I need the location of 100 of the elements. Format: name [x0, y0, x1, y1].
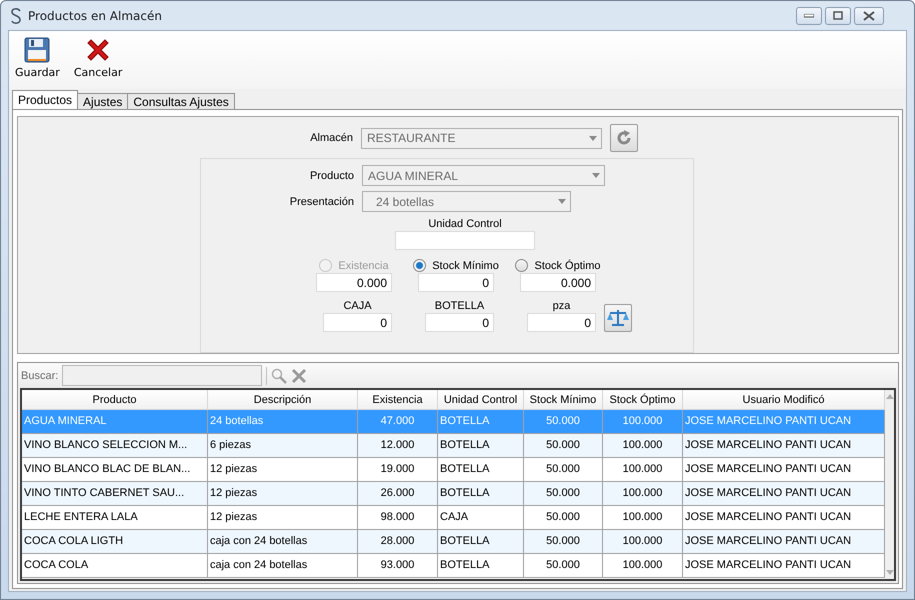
- tab[interactable]: Ajustes: [77, 93, 128, 109]
- product-dropdown[interactable]: AGUA MINERAL: [362, 165, 605, 186]
- table-cell: JOSE MARCELINO PANTI UCAN: [683, 482, 885, 506]
- table-cell: AGUA MINERAL: [22, 410, 208, 434]
- table-cell: BOTELLA: [438, 458, 524, 482]
- table-cell: BOTELLA: [438, 482, 524, 506]
- minimize-icon: [804, 14, 814, 18]
- unit-label: CAJA: [343, 300, 372, 312]
- tab[interactable]: Productos: [12, 90, 78, 109]
- scroll-up-icon[interactable]: [886, 394, 894, 399]
- table-cell: 100.000: [603, 554, 683, 578]
- unit-field[interactable]: 0: [527, 313, 596, 332]
- table-cell: LECHE ENTERA LALA: [22, 506, 208, 530]
- maximize-icon: [833, 11, 843, 20]
- table-cell: 100.000: [603, 506, 683, 530]
- table-row[interactable]: LECHE ENTERA LALA 12 piezas 98.000 CAJA 50.000 100.000 JOSE MARCELINO PANTI UCAN: [22, 506, 885, 530]
- table-cell: JOSE MARCELINO PANTI UCAN: [683, 458, 885, 482]
- table-cell: 6 piezas: [208, 434, 358, 458]
- table-cell: 100.000: [603, 410, 683, 434]
- table-cell: JOSE MARCELINO PANTI UCAN: [683, 530, 885, 554]
- table-cell: VINO BLANCO SELECCION M...: [22, 434, 208, 458]
- table-cell: 26.000: [358, 482, 438, 506]
- table-cell: BOTELLA: [438, 530, 524, 554]
- table-row[interactable]: COCA COLA LIGTH caja con 24 botellas 28.000 BOTELLA 50.000 100.000 JOSE MARCELINO PANTI UCAN: [22, 530, 885, 554]
- table-cell: 47.000: [358, 410, 438, 434]
- column-header[interactable]: Stock Mínimo: [524, 390, 603, 410]
- field-label: Almacén: [309, 132, 353, 144]
- table-row[interactable]: VINO BLANCO BLAC DE BLAN... 12 piezas 19.000 BOTELLA 50.000 100.000 JOSE MARCELINO PANTI UCAN: [22, 458, 885, 482]
- save-button[interactable]: Guardar: [15, 37, 60, 89]
- field-label: Producto: [308, 170, 354, 182]
- warehouse-dropdown[interactable]: RESTAURANTE: [361, 128, 602, 148]
- table-cell: COCA COLA LIGTH: [22, 530, 208, 554]
- app-logo-icon: [10, 8, 22, 24]
- presentation-dropdown[interactable]: 24 botellas: [362, 191, 571, 212]
- scroll-down-icon[interactable]: [886, 570, 894, 575]
- table-row[interactable]: COCA COLA caja con 24 botellas 93.000 BOTELLA 50.000 100.000 JOSE MARCELINO PANTI UCAN: [22, 554, 885, 578]
- table-cell: BOTELLA: [438, 554, 524, 578]
- table-cell: 28.000: [358, 530, 438, 554]
- table-cell: 24 botellas: [208, 410, 358, 434]
- table-cell: JOSE MARCELINO PANTI UCAN: [683, 506, 885, 530]
- table-cell: BOTELLA: [438, 410, 524, 434]
- close-button[interactable]: [854, 6, 884, 24]
- column-header[interactable]: Producto: [22, 390, 208, 410]
- table-cell: 12 piezas: [208, 482, 358, 506]
- table-cell: 50.000: [524, 434, 603, 458]
- balance-scale-icon: [607, 309, 629, 327]
- table-cell: 19.000: [358, 458, 438, 482]
- cancel-x-icon: [85, 37, 112, 63]
- column-header[interactable]: Unidad Control: [438, 390, 524, 410]
- table-cell: JOSE MARCELINO PANTI UCAN: [683, 434, 885, 458]
- table-cell: 12.000: [358, 434, 438, 458]
- cancel-button[interactable]: Cancelar: [74, 37, 122, 89]
- scrollbar[interactable]: [885, 390, 894, 579]
- column-header[interactable]: Stock Óptimo: [603, 390, 683, 410]
- table-cell: 12 piezas: [208, 506, 358, 530]
- table-cell: 50.000: [524, 482, 603, 506]
- stock-radio[interactable]: Stock Óptimo: [515, 259, 601, 272]
- unit-label: pza: [552, 300, 570, 312]
- table-cell: VINO TINTO CABERNET SAU...: [22, 482, 208, 506]
- column-header[interactable]: Descripción: [208, 390, 358, 410]
- table-cell: CAJA: [438, 506, 524, 530]
- table-cell: caja con 24 botellas: [208, 554, 358, 578]
- search-label: Buscar:: [21, 370, 58, 382]
- column-header[interactable]: Usuario Modificó: [683, 390, 885, 410]
- stock-field[interactable]: 0: [418, 273, 494, 292]
- table-cell: 50.000: [524, 506, 603, 530]
- tab[interactable]: Consultas Ajustes: [127, 93, 235, 109]
- table-cell: JOSE MARCELINO PANTI UCAN: [683, 554, 885, 578]
- table-row[interactable]: VINO BLANCO SELECCION M... 6 piezas 12.000 BOTELLA 50.000 100.000 JOSE MARCELINO PANTI UCAN: [22, 434, 885, 458]
- table-cell: caja con 24 botellas: [208, 530, 358, 554]
- table-cell: 100.000: [603, 434, 683, 458]
- stock-radio[interactable]: Stock Mínimo: [413, 259, 499, 272]
- stock-field[interactable]: 0.000: [520, 273, 596, 292]
- unit-field[interactable]: 0: [323, 313, 392, 332]
- table-cell: 50.000: [524, 554, 603, 578]
- clear-icon[interactable]: [291, 368, 308, 384]
- dropdown-arrow-icon[interactable]: [589, 136, 597, 140]
- table-cell: 93.000: [358, 554, 438, 578]
- refresh-icon: [616, 130, 632, 146]
- table-cell: COCA COLA: [22, 554, 208, 578]
- window-title: Productos en Almacén: [28, 8, 163, 22]
- search-icon[interactable]: [271, 368, 288, 384]
- dropdown-arrow-icon[interactable]: [592, 173, 600, 178]
- refresh-button[interactable]: [610, 124, 638, 152]
- unit-label: BOTELLA: [434, 300, 484, 312]
- table-cell: BOTELLA: [438, 434, 524, 458]
- field-label: Presentación: [288, 196, 354, 208]
- column-header[interactable]: Existencia: [358, 390, 438, 410]
- scale-button[interactable]: [604, 304, 632, 332]
- search-field[interactable]: [62, 365, 262, 386]
- minimize-button[interactable]: [796, 6, 822, 24]
- table-row[interactable]: VINO TINTO CABERNET SAU... 12 piezas 26.000 BOTELLA 50.000 100.000 JOSE MARCELINO PANTI UCAN: [22, 482, 885, 506]
- dropdown-arrow-icon[interactable]: [558, 199, 566, 204]
- table-cell: 12 piezas: [208, 458, 358, 482]
- field-label: Unidad Control: [428, 218, 502, 230]
- maximize-button[interactable]: [825, 6, 851, 24]
- table-cell: 50.000: [524, 410, 603, 434]
- control-unit-field[interactable]: [395, 231, 535, 250]
- table-cell: 50.000: [524, 530, 603, 554]
- unit-field[interactable]: 0: [425, 313, 494, 332]
